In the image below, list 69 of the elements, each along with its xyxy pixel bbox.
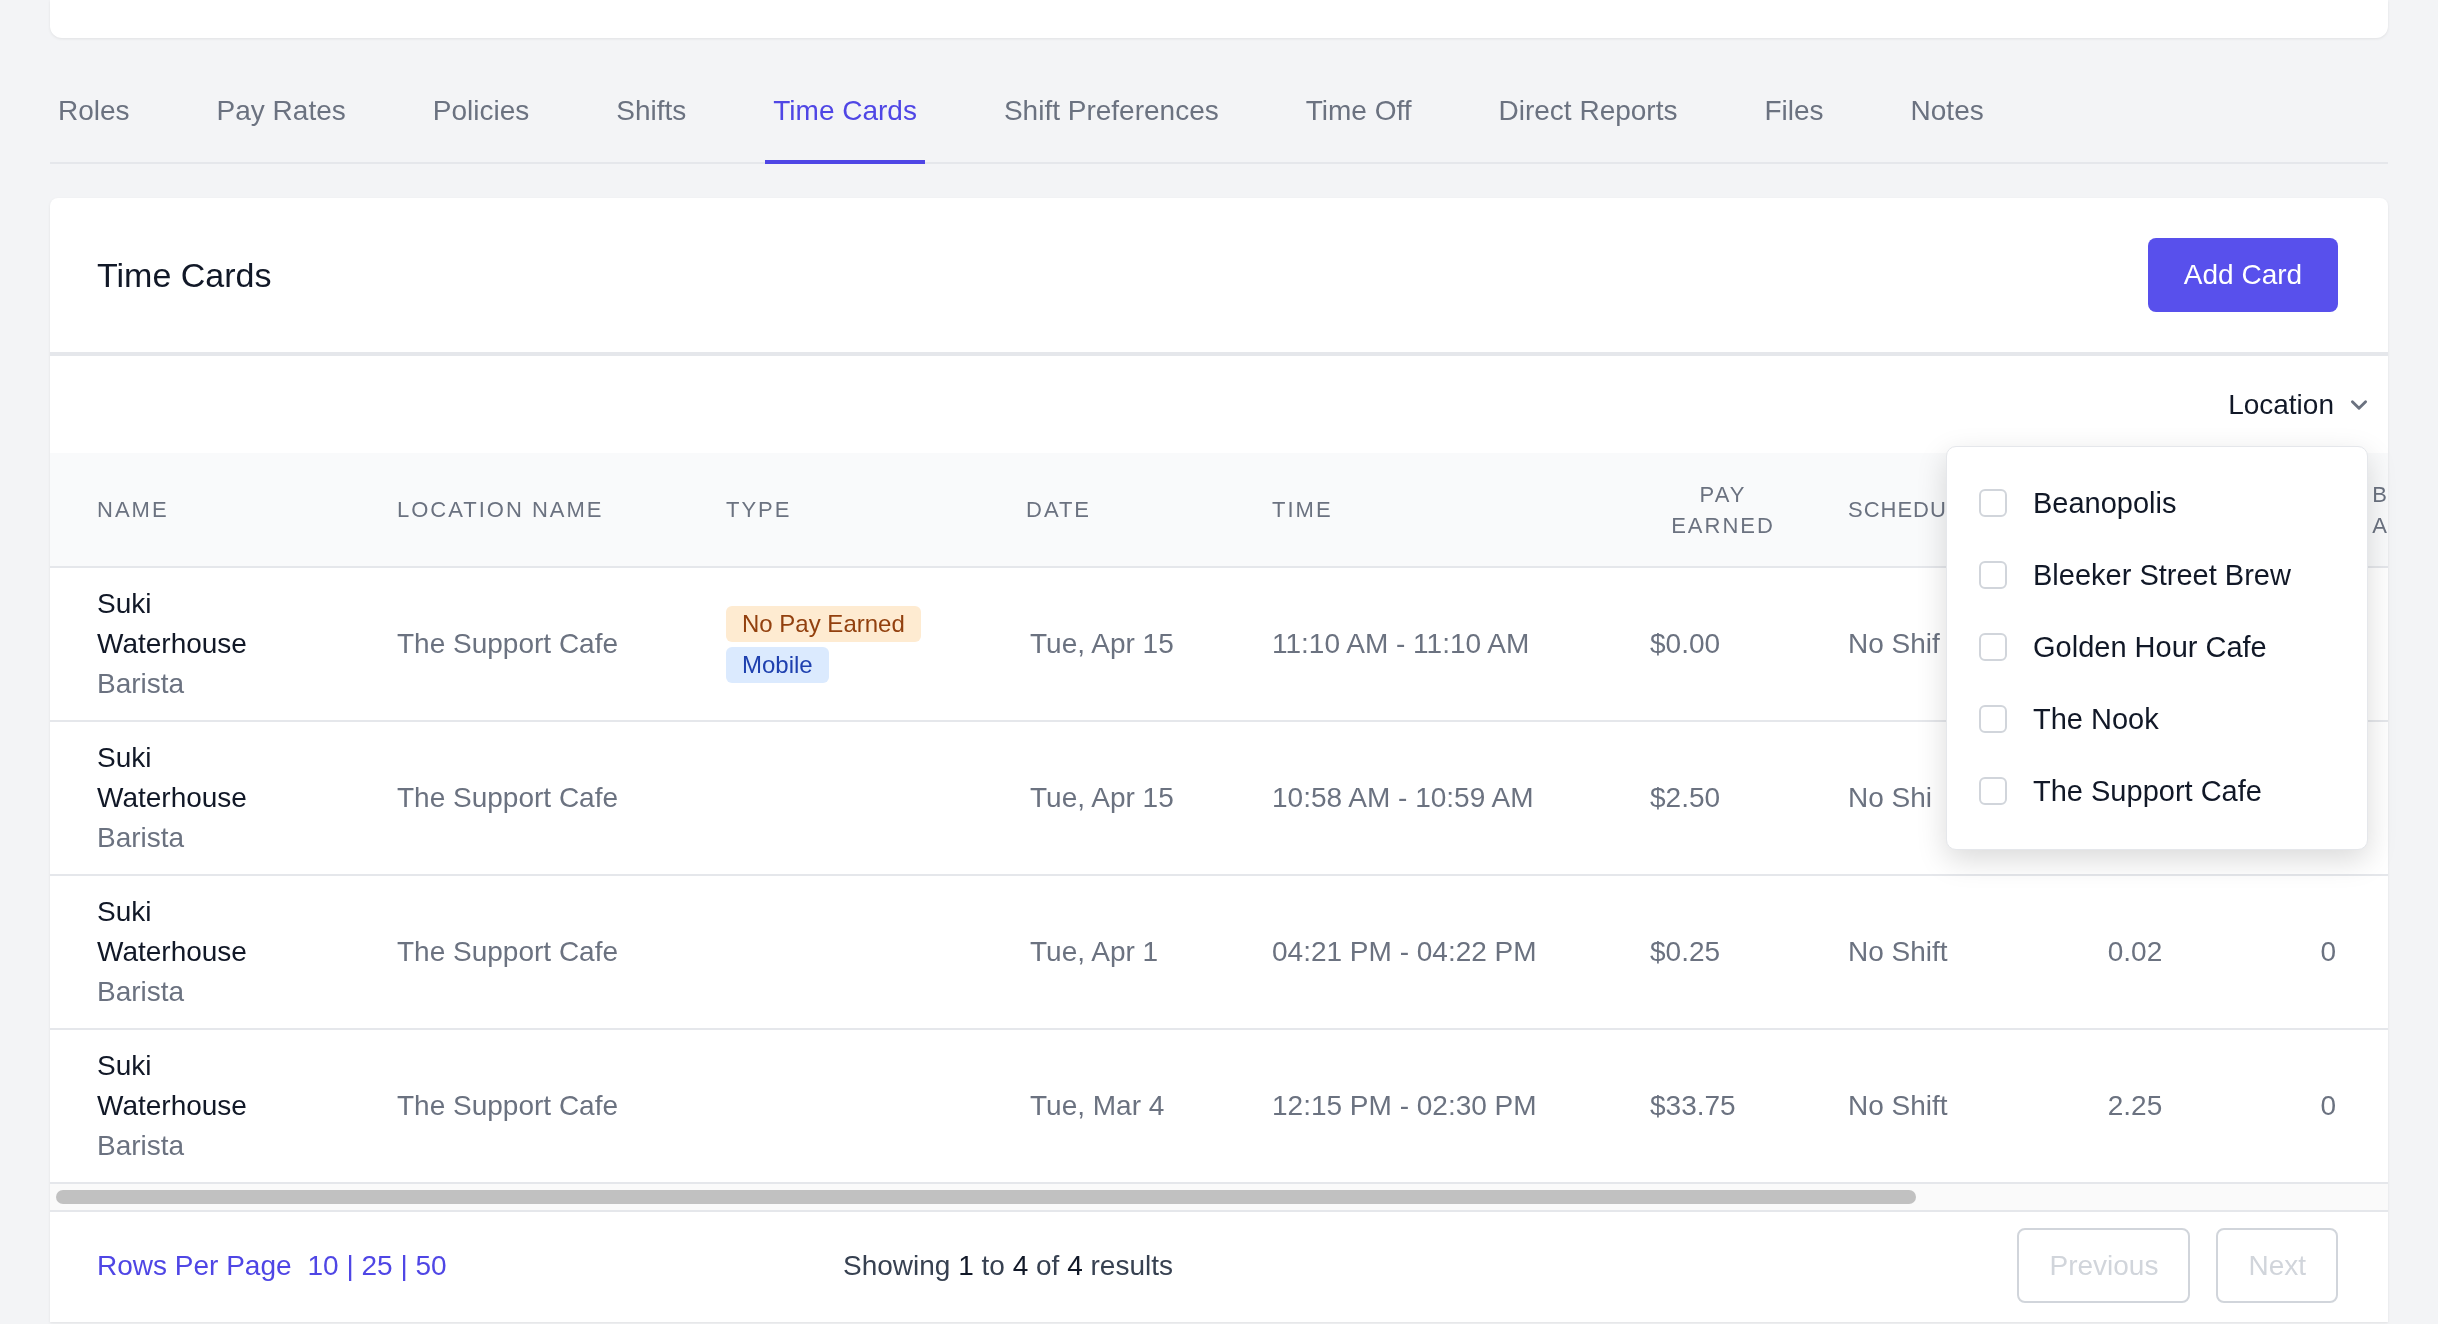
- table-cell: 11:10 AM - 11:10 AM: [1272, 628, 1530, 659]
- tab[interactable]: Files: [1756, 82, 1832, 164]
- type-tag: Mobile: [726, 646, 829, 683]
- page-size-links[interactable]: 10 | 25 | 50: [307, 1249, 447, 1282]
- table-cell: No Shi: [1848, 782, 1933, 813]
- checkbox[interactable]: [1979, 777, 2007, 805]
- tab[interactable]: Time Cards: [765, 82, 925, 164]
- table-cell: $0.00: [1650, 628, 1721, 659]
- table-cell: 0: [2320, 936, 2336, 967]
- results-summary: Showing 1 to 4 of 4 results: [843, 1249, 1173, 1282]
- checkbox[interactable]: [1979, 633, 2007, 661]
- column-header[interactable]: TYPE: [726, 494, 792, 525]
- table-cell: 12:15 PM - 02:30 PM: [1272, 1090, 1537, 1121]
- column-header[interactable]: B A: [2372, 478, 2387, 541]
- rows-per-page-label: Rows Per Page: [97, 1249, 292, 1282]
- dropdown-option[interactable]: Bleeker Street Brew: [1947, 539, 2367, 611]
- employee-role: Barista: [97, 1129, 186, 1163]
- table-cell: The Support Cafe: [397, 628, 619, 659]
- table-cell: No Shift: [1848, 1090, 1948, 1121]
- table-cell: Tue, Apr 15: [1030, 782, 1174, 813]
- tab[interactable]: Policies: [424, 82, 538, 164]
- column-header[interactable]: TIME: [1272, 494, 1333, 525]
- column-header[interactable]: DATE: [1026, 494, 1092, 525]
- dropdown-option[interactable]: Beanopolis: [1947, 467, 2367, 539]
- tab[interactable]: Notes: [1902, 82, 1992, 164]
- table-cell: 04:21 PM - 04:22 PM: [1272, 936, 1537, 967]
- column-header[interactable]: PAY EARNED: [1671, 478, 1775, 541]
- employee-role: Barista: [97, 975, 186, 1009]
- tab[interactable]: Roles: [50, 82, 138, 164]
- table-cell: Tue, Mar 4: [1030, 1090, 1165, 1121]
- table-cell: No Shift: [1848, 936, 1948, 967]
- checkbox[interactable]: [1979, 561, 2007, 589]
- table-cell: The Support Cafe: [397, 782, 619, 813]
- tab[interactable]: Direct Reports: [1490, 82, 1686, 164]
- tab[interactable]: Shifts: [608, 82, 695, 164]
- employee-name: Suki Waterhouse: [97, 895, 248, 969]
- dropdown-option[interactable]: The Support Cafe: [1947, 755, 2367, 827]
- table-cell: $33.75: [1650, 1090, 1736, 1121]
- table-cell: Tue, Apr 15: [1030, 628, 1174, 659]
- checkbox[interactable]: [1979, 705, 2007, 733]
- location-filter[interactable]: Location: [2228, 388, 2370, 421]
- table-cell: $2.50: [1650, 782, 1721, 813]
- type-tag: No Pay Earned: [726, 605, 921, 642]
- table-cell: 10:58 AM - 10:59 AM: [1272, 782, 1534, 813]
- checkbox[interactable]: [1979, 489, 2007, 517]
- tab[interactable]: Shift Preferences: [995, 82, 1227, 164]
- table-cell: The Support Cafe: [397, 936, 619, 967]
- table-cell: $0.25: [1650, 936, 1721, 967]
- add-card-button[interactable]: Add Card: [2148, 238, 2338, 312]
- table-cell: Tue, Apr 1: [1030, 936, 1159, 967]
- tab[interactable]: Pay Rates: [208, 82, 354, 164]
- employee-name: Suki Waterhouse: [97, 587, 248, 661]
- employee-role: Barista: [97, 667, 186, 701]
- table-cell: The Support Cafe: [397, 1090, 619, 1121]
- column-header[interactable]: SCHEDU: [1848, 494, 1947, 525]
- employee-name: Suki Waterhouse: [97, 1049, 248, 1123]
- column-header[interactable]: NAME: [97, 494, 169, 525]
- column-header[interactable]: LOCATION NAME: [397, 494, 604, 525]
- employee-role: Barista: [97, 821, 186, 855]
- table-cell: 2.25: [2107, 1090, 2163, 1121]
- employee-name: Suki Waterhouse: [97, 741, 248, 815]
- panel-title: Time Cards: [97, 255, 272, 295]
- horizontal-scrollbar[interactable]: [56, 1190, 1916, 1204]
- table-cell: 0: [2320, 1090, 2336, 1121]
- table-cell: 0.02: [2107, 936, 2163, 967]
- dropdown-option[interactable]: The Nook: [1947, 683, 2367, 755]
- tab[interactable]: Time Off: [1297, 82, 1420, 164]
- table-cell: No Shif: [1848, 628, 1940, 659]
- dropdown-option[interactable]: Golden Hour Cafe: [1947, 611, 2367, 683]
